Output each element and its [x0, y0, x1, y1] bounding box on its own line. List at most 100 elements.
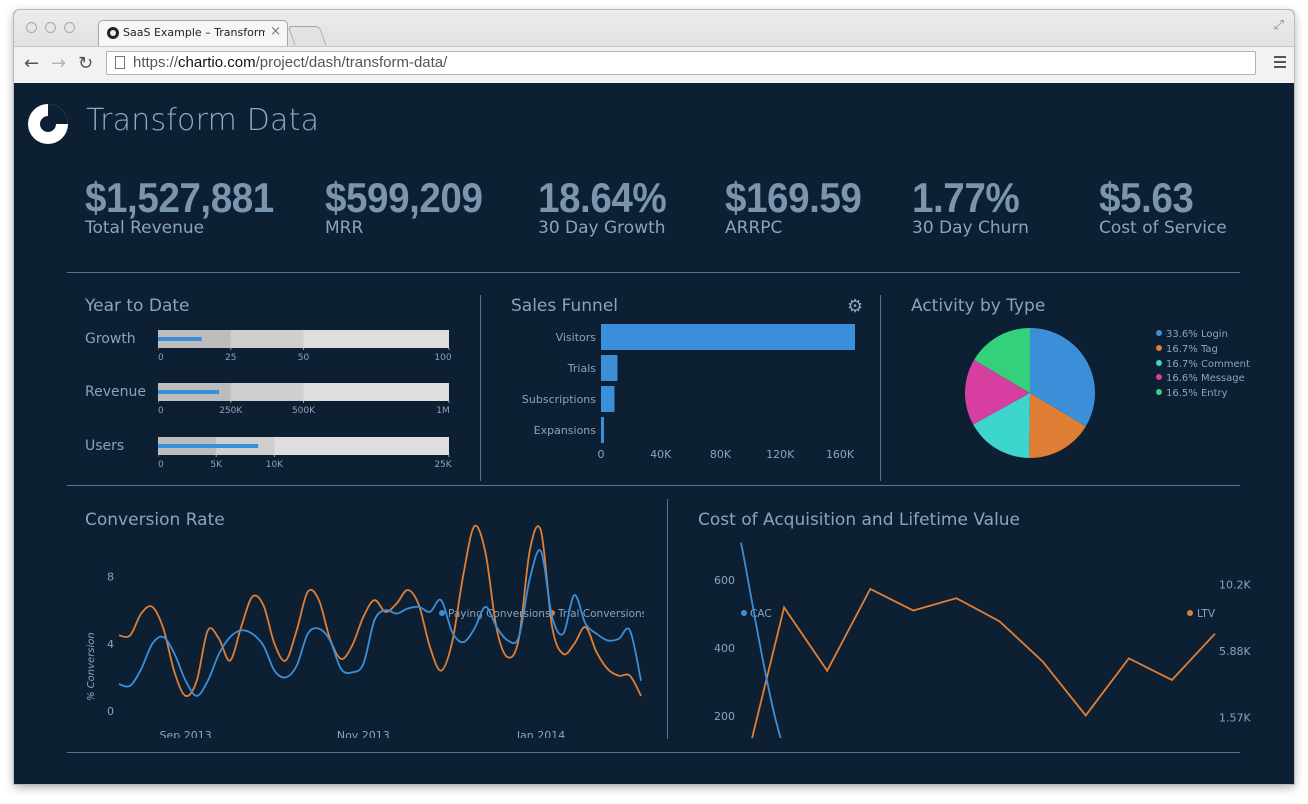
legend-label: LTV: [1197, 608, 1216, 620]
pie-legend-item[interactable]: 16.6% Message: [1156, 373, 1245, 384]
funnel-bar: [601, 386, 615, 412]
funnel-category-label: Visitors: [556, 331, 597, 344]
funnel-category-label: Expansions: [534, 424, 597, 437]
url-host: chartio.com: [178, 54, 256, 71]
reload-icon[interactable]: ↻: [78, 53, 93, 74]
kpi-value: $5.63: [1099, 174, 1194, 221]
bullet-value-bar: [158, 444, 259, 448]
kpi-label: 30 Day Growth: [538, 218, 666, 238]
legend-label: 16.6% Message: [1166, 373, 1245, 385]
bullet-chart-row: 0 250K 500K 1M: [158, 383, 450, 416]
zoom-window-button[interactable]: [64, 22, 75, 33]
bullet-label: Revenue: [85, 384, 146, 400]
kpi-label: ARRPC: [725, 218, 783, 238]
y-left-tick-label: 400: [714, 642, 735, 655]
legend-dot: [1156, 344, 1162, 351]
divider: [67, 752, 1240, 753]
pie-legend-item[interactable]: 16.7% Comment: [1156, 359, 1250, 370]
page-icon: [115, 56, 125, 69]
bullet-tick-label: 25: [225, 353, 236, 363]
bullet-tick-label: 50: [298, 353, 310, 363]
kpi-label: Cost of Service: [1099, 218, 1227, 238]
address-bar[interactable]: https://chartio.com/project/dash/transfo…: [106, 51, 1256, 75]
back-arrow-icon[interactable]: ←: [24, 53, 39, 74]
browser-tab[interactable]: SaaS Example – Transform ×: [98, 20, 288, 47]
browser-toolbar: ← → ↻ https://chartio.com/project/dash/t…: [14, 46, 1294, 83]
kpi-label: 30 Day Churn: [912, 218, 1029, 238]
url-path: /project/dash/transform-data/: [255, 54, 448, 71]
y-right-tick-label: 5.88K: [1219, 645, 1251, 658]
ytd-title: Year to Date: [85, 296, 190, 316]
legend-label: 16.5% Entry: [1166, 388, 1228, 400]
minimize-window-button[interactable]: [45, 22, 56, 33]
y-left-tick-label: 200: [714, 710, 735, 723]
x-tick-label: Jan 2014: [516, 729, 565, 738]
bullet-chart-row: 0 25 50 100: [158, 330, 452, 363]
url-scheme: https://: [133, 54, 179, 71]
divider: [67, 485, 1240, 486]
y-tick-label: 0: [107, 705, 114, 718]
bullet-tick-label: 5K: [210, 460, 223, 470]
kpi-value: $1,527,881: [85, 174, 274, 221]
pie-legend-item[interactable]: 33.6% Login: [1156, 329, 1228, 340]
x-tick-label: Nov 2013: [337, 729, 390, 738]
fullscreen-icon[interactable]: ⤢: [1274, 18, 1284, 33]
funnel-tick-label: 160K: [826, 448, 855, 461]
bullet-value-bar: [158, 337, 202, 341]
y-left-tick-label: 600: [714, 574, 735, 587]
kpi-total-revenue: $1,527,881 Total Revenue: [85, 174, 290, 239]
kpi-value: 18.64%: [538, 174, 667, 221]
page-title: Transform Data: [86, 103, 320, 138]
browser-chrome: SaaS Example – Transform × ⤢ ← → ↻ https…: [14, 10, 1294, 83]
forward-arrow-icon[interactable]: →: [51, 53, 66, 74]
bullet-tick-label: 0: [158, 406, 164, 416]
legend-dot: [1156, 359, 1162, 366]
funnel-tick-label: 40K: [650, 448, 672, 461]
kpi-label: Total Revenue: [85, 218, 205, 238]
url-text: https://chartio.com/project/dash/transfo…: [133, 54, 447, 71]
sales-funnel-chart: Visitors Trials Subscriptions Expansions0 40…: [522, 324, 855, 461]
divider: [880, 295, 881, 481]
y-right-tick-label: 10.2K: [1219, 578, 1251, 591]
ltv-line: [751, 587, 1216, 738]
kpi-value: $599,209: [325, 174, 483, 221]
kpi-mrr: $599,209 MRR: [325, 174, 496, 239]
legend-dot: [1187, 610, 1193, 616]
cac-ltv-line-chart: CACLTV0200400600-2.74K1.57K5.88K10.2KApr…: [714, 542, 1251, 738]
kpi-value: $169.59: [725, 174, 862, 221]
kpi-arrpc: $169.59 ARRPC: [725, 174, 873, 239]
bullet-tick-label: 0: [158, 460, 164, 470]
bullet-tick-label: 0: [158, 353, 164, 363]
close-window-button[interactable]: [26, 22, 37, 33]
bullet-tick-label: 10K: [266, 460, 284, 470]
tab-title: SaaS Example – Transform: [123, 26, 265, 39]
dashboard: Transform Data $1,527,881 Total Revenue …: [14, 83, 1294, 784]
pie-legend-item[interactable]: 16.5% Entry: [1156, 388, 1228, 399]
legend-dot: [741, 610, 747, 616]
browser-window: SaaS Example – Transform × ⤢ ← → ↻ https…: [14, 10, 1294, 784]
bullet-chart-row: 0 5K 10K 25K: [158, 437, 453, 470]
x-tick-label: Sep 2013: [160, 729, 212, 738]
legend-dot: [1156, 389, 1162, 396]
bullet-label: Growth: [85, 331, 136, 347]
y-axis-label: % Conversion: [86, 632, 97, 701]
bullet-tick-label: 250K: [219, 406, 243, 416]
bullet-value-bar: [158, 390, 220, 394]
legend-label: 16.7% Tag: [1166, 343, 1218, 355]
funnel-tick-label: 80K: [710, 448, 732, 461]
legend-label: 16.7% Comment: [1166, 358, 1250, 370]
y-tick-label: 8: [107, 571, 114, 584]
divider: [667, 499, 668, 739]
tab-close-icon[interactable]: ×: [270, 24, 281, 39]
bullet-label: Users: [85, 438, 125, 454]
bullet-tick-label: 500K: [292, 406, 316, 416]
activity-pie-chart: [965, 328, 1095, 458]
menu-icon[interactable]: [1274, 56, 1286, 71]
funnel-tick-label: 120K: [766, 448, 795, 461]
divider: [67, 272, 1240, 273]
new-tab-button[interactable]: [287, 26, 327, 45]
series-line: [118, 549, 642, 697]
pie-legend-item[interactable]: 16.7% Tag: [1156, 344, 1218, 355]
bullet-tick-label: 1M: [436, 406, 450, 416]
cac-line: [740, 542, 782, 738]
